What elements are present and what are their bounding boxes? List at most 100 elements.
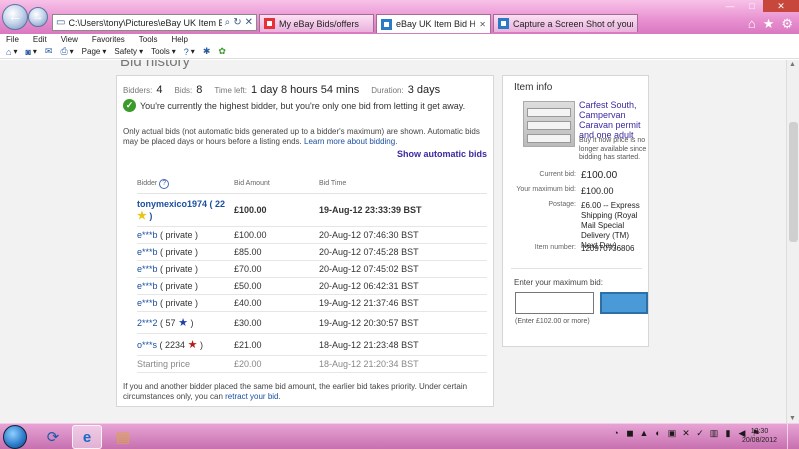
clock-date: 20/08/2012 — [741, 437, 777, 444]
tray-icon[interactable]: ◔ — [611, 428, 621, 438]
home-icon[interactable]: ⌂ — [748, 16, 756, 32]
tray-icon[interactable]: ▥ — [709, 428, 719, 438]
home-cmd[interactable]: ⌂ ▾ — [6, 47, 17, 57]
address-url[interactable]: C:\Users\tony\Pictures\eBay UK Item Bid … — [68, 18, 221, 28]
bidder-link[interactable]: o***s — [137, 340, 157, 350]
bidder-link[interactable]: e***b — [137, 264, 158, 274]
auction-stats: Bidders: 4 Bids: 8 Time left: 1 day 8 ho… — [123, 84, 448, 96]
start-button[interactable] — [3, 425, 27, 449]
browser-right-icons: ⌂ ★ ⚙ — [748, 16, 793, 32]
bids-count: 8 — [196, 84, 203, 96]
page-menu[interactable]: Page ▾ — [82, 47, 107, 56]
divider — [511, 268, 642, 269]
menu-edit[interactable]: Edit — [33, 34, 47, 45]
bid-amount: £50.00 — [234, 281, 262, 291]
tray-icon[interactable]: ✕ — [681, 428, 691, 438]
internet-explorer-icon: e — [82, 428, 92, 446]
menu-favorites[interactable]: Favorites — [92, 34, 125, 45]
bid-amount: £21.00 — [234, 339, 262, 350]
ie-favicon-icon — [498, 18, 509, 29]
tools-menu[interactable]: Tools ▾ — [151, 47, 176, 56]
taskbar: ⟳ e ▤ ◔ ◼ ▲ ◐ ▣ ✕ ✓ ▥ ▮ ◀ ⚑ 12:30 20/08/… — [0, 423, 799, 449]
feedback-score[interactable]: 2234 — [165, 340, 185, 350]
browser-title-bar: ← → ▭ C:\Users\tony\Pictures\eBay UK Ite… — [0, 0, 799, 34]
feeds-cmd[interactable]: ◙ ▾ — [25, 47, 36, 57]
print-cmd[interactable]: ⎙ ▾ — [60, 46, 73, 57]
buy-it-now-note: Buy it now price is no longer available … — [579, 137, 647, 161]
show-automatic-bids-link[interactable]: Show automatic bids — [397, 149, 487, 159]
learn-more-link[interactable]: Learn more about bidding. — [304, 137, 397, 146]
tab-bid-history[interactable]: eBay UK Item Bid History ✕ — [376, 14, 491, 33]
tab-close-icon[interactable]: ✕ — [479, 20, 486, 29]
scroll-down-icon[interactable]: ▼ — [789, 415, 796, 422]
bidders-count: 4 — [156, 84, 163, 96]
bidder-link[interactable]: e***b — [137, 281, 158, 291]
stat-label: Bidders: — [123, 86, 153, 95]
bidder-cell: e***b ( private ) — [137, 247, 199, 257]
tab-capture-screenshot[interactable]: Capture a Screen Shot of your ... — [493, 14, 638, 32]
bidder-link[interactable]: e***b — [137, 230, 158, 240]
item-thumbnail[interactable] — [523, 101, 575, 147]
mail-cmd[interactable]: ✉ — [45, 46, 53, 57]
menu-tools[interactable]: Tools — [139, 34, 158, 45]
network-icon[interactable]: ▮ — [723, 428, 733, 438]
bidder-link[interactable]: 2***2 — [137, 318, 158, 328]
menu-file[interactable]: File — [6, 34, 19, 45]
maximize-button[interactable]: □ — [741, 0, 763, 12]
place-bid-button[interactable] — [600, 292, 648, 314]
address-bar[interactable]: ▭ C:\Users\tony\Pictures\eBay UK Item Bi… — [52, 14, 257, 31]
retract-bid-link[interactable]: retract your bid. — [225, 392, 281, 401]
menu-help[interactable]: Help — [171, 34, 187, 45]
scrollbar-thumb[interactable] — [789, 122, 798, 242]
refresh-icon[interactable]: ↻ — [233, 17, 241, 28]
vertical-scrollbar[interactable]: ▲ ▼ — [786, 60, 799, 423]
bidder-link[interactable]: e***b — [137, 298, 158, 308]
minimize-button[interactable]: — — [719, 0, 741, 12]
item-info-title: Item info — [514, 82, 553, 93]
command-bar: ⌂ ▾ ◙ ▾ ✉ ⎙ ▾ Page ▾ Safety ▾ Tools ▾ ? ▾ ✱ ✿ — [0, 45, 799, 59]
tray-icon[interactable]: ✓ — [695, 428, 705, 438]
close-icon[interactable]: ✕ — [245, 17, 253, 28]
back-button[interactable]: ← — [2, 4, 28, 30]
help-icon[interactable]: ? — [159, 178, 170, 189]
search-icon[interactable]: ⌕ — [225, 17, 231, 28]
favorites-star-icon[interactable]: ★ — [763, 16, 775, 32]
bidder-link[interactable]: e***b — [137, 247, 158, 257]
tab-my-ebay[interactable]: My eBay Bids/offers — [259, 14, 374, 32]
tray-icon[interactable]: ▣ — [667, 428, 677, 438]
blue-star-icon: ★ — [178, 317, 188, 329]
feedback-score[interactable]: 57 — [166, 318, 176, 328]
help-cmd[interactable]: ? ▾ — [184, 47, 195, 57]
max-bid-value: £100.00 — [581, 186, 614, 196]
bluetooth-cmd[interactable]: ✱ — [203, 46, 211, 57]
starting-price-row: Starting price £20.00 18-Aug-12 21:20:34… — [137, 356, 487, 373]
header-amount: Bid Amount — [234, 180, 270, 187]
bids-note-text: Only actual bids (not automatic bids gen… — [123, 127, 480, 146]
window-close-button[interactable]: ✕ — [763, 0, 799, 12]
help-icon: ? — [183, 46, 189, 57]
bid-time: 18-Aug-12 21:23:48 BST — [319, 339, 419, 350]
item-number-value: 120970736806 — [581, 244, 635, 253]
max-bid-input[interactable] — [515, 292, 594, 314]
taskbar-app-explorer[interactable]: ▤ — [108, 425, 138, 449]
clock[interactable]: 12:30 20/08/2012 — [742, 427, 777, 445]
tray-icon[interactable]: ◼ — [625, 428, 635, 438]
messenger-cmd[interactable]: ✿ — [218, 46, 226, 57]
taskbar-app-refresh[interactable]: ⟳ — [38, 425, 68, 449]
show-desktop-button[interactable] — [787, 424, 799, 449]
item-number-row: Item number: 120970736806 — [503, 244, 650, 254]
safety-menu[interactable]: Safety ▾ — [114, 47, 143, 56]
scroll-up-icon[interactable]: ▲ — [789, 61, 796, 68]
forward-button[interactable]: → — [28, 7, 48, 27]
item-title-link[interactable]: Carfest South, Campervan Caravan permit … — [579, 100, 647, 140]
page-content: Bid history Bidders: 4 Bids: 8 Time left… — [0, 60, 786, 423]
menu-view[interactable]: View — [61, 34, 78, 45]
bidder-link[interactable]: tonymexico1974 — [137, 199, 207, 209]
tray-icon[interactable]: ◐ — [653, 428, 663, 438]
tray-icon[interactable]: ▲ — [639, 428, 649, 438]
window-controls: — □ ✕ — [719, 0, 799, 12]
taskbar-app-ie[interactable]: e — [72, 425, 102, 449]
settings-gear-icon[interactable]: ⚙ — [781, 16, 793, 32]
feedback-score[interactable]: 22 — [215, 199, 225, 209]
bid-time: 20-Aug-12 07:46:30 BST — [319, 230, 419, 240]
